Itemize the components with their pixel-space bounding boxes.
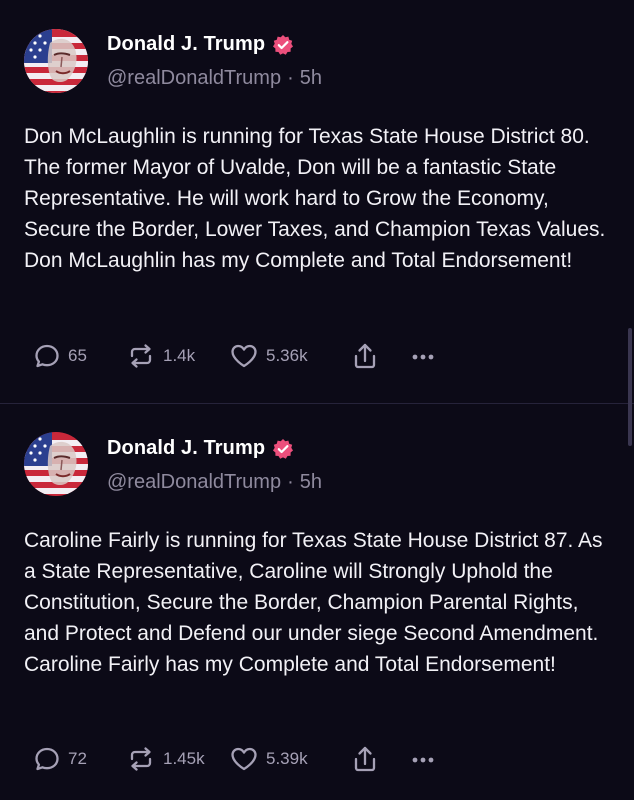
author-meta: @realDonaldTrump · 5h — [107, 67, 322, 90]
scrollbar[interactable] — [628, 328, 632, 446]
author-name-row: Donald J. Trump — [107, 33, 294, 56]
like-button[interactable]: 5.39k — [229, 742, 308, 776]
post-actions: 72 1.45k 5.39k — [33, 742, 453, 776]
heart-icon — [231, 747, 257, 771]
reply-icon — [35, 747, 59, 771]
more-button[interactable] — [408, 742, 438, 776]
post-feed: Donald J. Trump @realDonaldTrump · 5h Do… — [0, 0, 634, 800]
share-button[interactable] — [351, 339, 379, 373]
like-count: 5.39k — [266, 749, 308, 768]
post-timestamp[interactable]: 5h — [300, 471, 322, 494]
repost-button[interactable]: 1.45k — [126, 742, 205, 776]
more-button[interactable] — [408, 339, 438, 373]
meta-separator: · — [287, 471, 294, 493]
flag-portrait-avatar — [24, 432, 88, 496]
author-handle[interactable]: @realDonaldTrump — [107, 471, 281, 494]
avatar[interactable] — [24, 29, 88, 93]
post-timestamp[interactable]: 5h — [300, 67, 322, 90]
reply-button[interactable]: 72 — [33, 742, 87, 776]
more-icon — [412, 354, 434, 360]
repost-button[interactable]: 1.4k — [126, 339, 195, 373]
author-handle[interactable]: @realDonaldTrump — [107, 67, 281, 90]
meta-separator: · — [287, 67, 294, 89]
reply-button[interactable]: 65 — [33, 339, 87, 373]
reply-count: 65 — [68, 346, 87, 365]
heart-icon — [231, 344, 257, 368]
author-meta: @realDonaldTrump · 5h — [107, 471, 322, 494]
verified-badge-icon — [272, 34, 294, 56]
verified-badge-icon — [272, 438, 294, 460]
repost-count: 1.45k — [163, 749, 205, 768]
post-text: Don McLaughlin is running for Texas Stat… — [24, 125, 606, 272]
reply-count: 72 — [68, 749, 87, 768]
post-actions: 65 1.4k 5.36k — [33, 339, 453, 373]
avatar[interactable] — [24, 432, 88, 496]
post-text: Caroline Fairly is running for Texas Sta… — [24, 529, 603, 676]
author-display-name[interactable]: Donald J. Trump — [107, 33, 265, 56]
repost-count: 1.4k — [163, 346, 196, 365]
post[interactable]: Donald J. Trump @realDonaldTrump · 5h Do… — [0, 0, 634, 403]
post[interactable]: Donald J. Trump @realDonaldTrump · 5h Ca… — [0, 404, 634, 800]
like-button[interactable]: 5.36k — [229, 339, 308, 373]
repost-icon — [130, 344, 152, 368]
repost-icon — [130, 747, 152, 771]
like-count: 5.36k — [266, 346, 308, 365]
more-icon — [412, 757, 434, 763]
flag-portrait-avatar — [24, 29, 88, 93]
author-display-name[interactable]: Donald J. Trump — [107, 437, 265, 460]
reply-icon — [35, 344, 59, 368]
share-icon — [354, 343, 376, 369]
share-icon — [354, 746, 376, 772]
author-name-row: Donald J. Trump — [107, 437, 294, 460]
share-button[interactable] — [351, 742, 379, 776]
